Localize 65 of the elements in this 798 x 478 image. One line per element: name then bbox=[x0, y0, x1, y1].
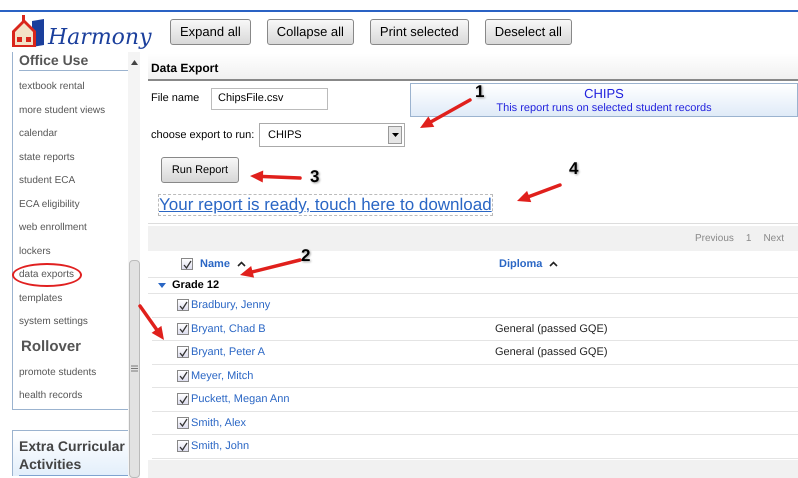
sidebar-link[interactable]: textbook rental bbox=[19, 79, 85, 94]
sidebar-link[interactable]: templates bbox=[19, 290, 62, 306]
sidebar-link[interactable]: promote students bbox=[19, 364, 96, 380]
file-name-field[interactable]: ChipsFile.csv bbox=[211, 88, 328, 110]
section-heading: Rollover bbox=[20, 336, 82, 357]
student-name-link[interactable]: Bryant, Peter A bbox=[191, 344, 265, 360]
sort-up-icon[interactable] bbox=[236, 261, 246, 267]
scrollbar-thumb[interactable] bbox=[128, 260, 140, 478]
info-title: CHIPS bbox=[584, 86, 624, 100]
checkbox[interactable] bbox=[177, 346, 189, 358]
sidebar-scrollbar[interactable] bbox=[128, 52, 140, 478]
collapse-icon[interactable] bbox=[158, 283, 166, 288]
annotation-number: 1 bbox=[475, 83, 484, 100]
checkbox[interactable] bbox=[177, 416, 189, 429]
diploma-cell-text: General (passed GQE) bbox=[495, 345, 608, 360]
sidebar-link[interactable]: state reports bbox=[19, 150, 75, 165]
student-name-link[interactable]: Bryant, Chad B bbox=[191, 320, 266, 337]
info-text: This report runs on selected student records bbox=[496, 100, 712, 114]
sidebar-link[interactable]: lockers bbox=[19, 244, 51, 259]
sidebar-link[interactable]: system settings bbox=[19, 314, 88, 330]
grip-icon bbox=[130, 365, 138, 372]
download-link[interactable]: Your report is ready, touch here to download bbox=[158, 194, 493, 216]
export-dropdown[interactable]: CHIPS bbox=[259, 123, 405, 147]
annotation-arrow bbox=[240, 258, 302, 278]
toolbar-button[interactable]: Print selected bbox=[370, 19, 469, 45]
checkbox[interactable] bbox=[177, 322, 189, 335]
toolbar-button[interactable]: Collapse all bbox=[266, 19, 354, 45]
schoolhouse-icon bbox=[10, 15, 46, 49]
annotation-number: 3 bbox=[310, 168, 320, 185]
annotation-arrow bbox=[138, 304, 164, 340]
sidebar-link[interactable]: ECA eligibility bbox=[19, 196, 80, 212]
student-name-link[interactable]: Smith, Alex bbox=[191, 414, 246, 431]
toolbar-button[interactable]: Deselect all bbox=[484, 19, 572, 45]
student-name-link[interactable]: Puckett, Megan Ann bbox=[191, 391, 290, 408]
annotation-arrow bbox=[250, 170, 302, 183]
toolbar-button[interactable]: Expand all bbox=[170, 19, 251, 45]
checkbox[interactable] bbox=[177, 393, 189, 406]
student-name-link[interactable]: Smith, John bbox=[191, 438, 250, 454]
field-label: File name bbox=[151, 91, 200, 106]
sidebar-link[interactable]: student ECA bbox=[19, 173, 76, 188]
run-report-button[interactable]: Run Report bbox=[161, 157, 239, 183]
sidebar-link[interactable]: web enrollment bbox=[19, 220, 87, 236]
checkbox[interactable] bbox=[177, 440, 189, 452]
annotation-number: 4 bbox=[569, 160, 578, 177]
checkbox[interactable] bbox=[177, 370, 189, 382]
caret-icon bbox=[392, 133, 398, 137]
student-name-link[interactable]: Meyer, Mitch bbox=[191, 368, 254, 384]
sidebar-link[interactable]: calendar bbox=[19, 126, 58, 142]
logo-text: Harmony bbox=[48, 27, 152, 49]
scroll-up-icon[interactable] bbox=[130, 60, 138, 65]
annotation-arrow bbox=[420, 98, 472, 128]
column-header[interactable]: Diploma bbox=[499, 256, 542, 272]
annotation-arrow bbox=[517, 183, 562, 202]
sidebar-link[interactable]: more student views bbox=[19, 102, 106, 118]
column-header[interactable]: Name bbox=[200, 256, 230, 272]
student-name-link[interactable]: Bradbury, Jenny bbox=[191, 297, 270, 314]
sidebar-link[interactable]: data exports bbox=[19, 267, 74, 282]
diploma-cell-text: General (passed GQE) bbox=[495, 322, 608, 336]
field-label: choose export to run: bbox=[151, 128, 256, 143]
annotation-number: 2 bbox=[301, 247, 310, 264]
checkbox[interactable] bbox=[177, 299, 189, 312]
group-label: Grade 12 bbox=[172, 278, 220, 294]
sort-up-icon[interactable] bbox=[549, 261, 558, 267]
sidebar-link[interactable]: health records bbox=[19, 388, 82, 404]
checkbox[interactable] bbox=[181, 258, 193, 270]
